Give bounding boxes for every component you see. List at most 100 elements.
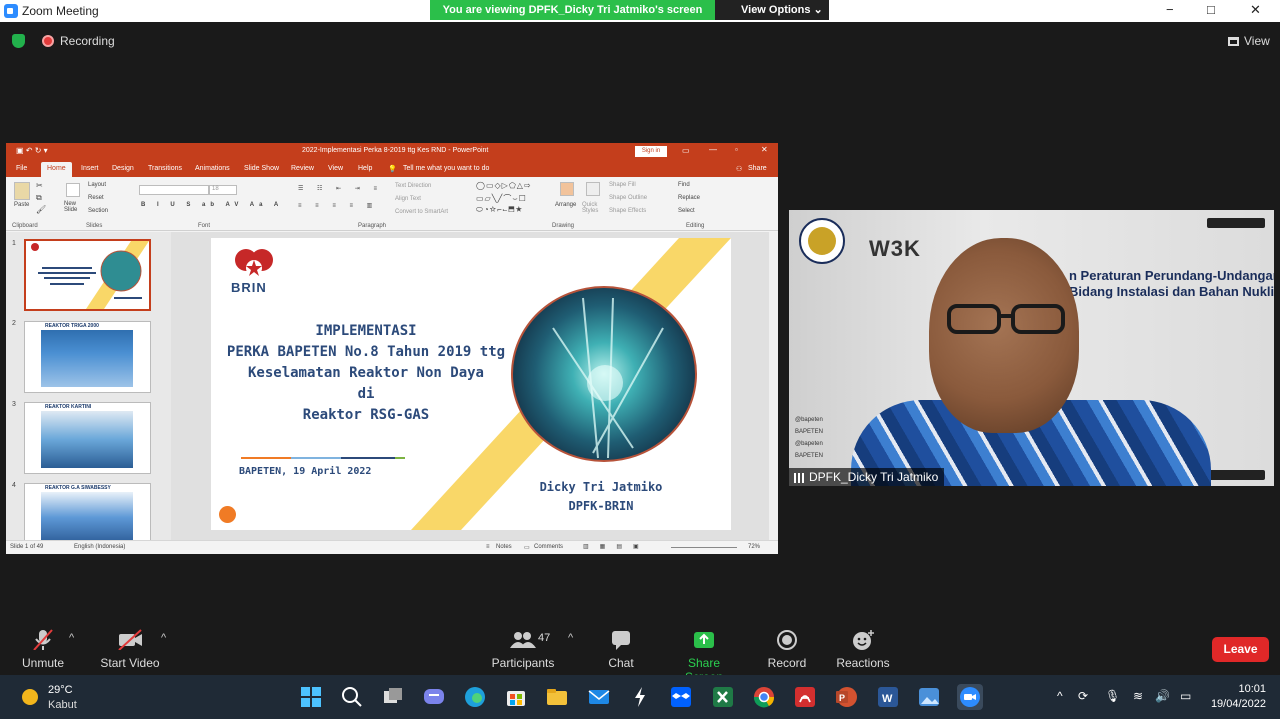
thumb-number: 1 — [12, 240, 16, 247]
lightning-app-icon[interactable] — [627, 684, 653, 710]
windows-taskbar: 29°C Kabut P W ^ ⟳ 🎙 ≋ 🔊 ▭ 10:01 19/04/2… — [0, 675, 1280, 719]
speaker-video-tile[interactable]: W3K n Peraturan Perundang-Undangan Bidan… — [789, 210, 1274, 486]
close-button[interactable]: ✕ — [1250, 2, 1261, 18]
share-person-icon: ⚇ — [736, 166, 743, 173]
microphone-tray-icon[interactable]: 🎙 — [1105, 689, 1120, 703]
shared-powerpoint-window: ▣ ↶ ↻ ▾ 2022-Implementasi Perka 8-2019 t… — [6, 143, 778, 554]
ppt-tab-help: Help — [358, 165, 373, 172]
task-view-icon[interactable] — [380, 684, 406, 710]
participant-count: 47 — [538, 632, 551, 644]
thumb-caption: REAKTOR G.A SIWABESSY — [45, 485, 111, 491]
thumb-photo — [41, 330, 133, 387]
facebook-handle: BAPETEN — [795, 429, 824, 435]
photos-icon[interactable] — [916, 684, 942, 710]
slide-thumbnail: REAKTOR KARTINI — [24, 402, 151, 474]
wifi-icon[interactable]: ≋ — [1133, 689, 1143, 703]
reactor-core-detail — [552, 297, 664, 459]
meeting-topbar: Recording View — [0, 22, 1280, 58]
backdrop-title-line1: n Peraturan Perundang-Undangan — [1069, 268, 1274, 283]
signal-bars-icon — [794, 473, 804, 483]
edge-browser-icon[interactable] — [462, 684, 488, 710]
font-size-box: 18 — [209, 185, 237, 195]
powerpoint-icon[interactable]: P — [833, 684, 859, 710]
unmute-label: Unmute — [21, 656, 65, 670]
backdrop-bar — [1207, 470, 1265, 480]
volume-icon[interactable]: 🔊 — [1155, 689, 1170, 703]
weather-temperature: 29°C — [48, 684, 73, 696]
view-options-button[interactable]: View Options ⌄ — [715, 0, 829, 20]
maximize-button[interactable]: □ — [1207, 2, 1215, 17]
zoom-slider — [671, 547, 737, 548]
zoom-level: 72% — [748, 544, 761, 550]
window-title: Zoom Meeting — [22, 4, 99, 18]
start-menu-icon[interactable] — [298, 684, 324, 710]
participants-options-chevron-icon[interactable]: ^ — [568, 632, 573, 644]
lightbulb-icon: 💡 — [388, 166, 397, 173]
security-shield-icon[interactable] — [12, 34, 25, 48]
find-button: Find — [678, 182, 690, 188]
excel-icon[interactable] — [710, 684, 736, 710]
chrome-icon[interactable] — [751, 684, 777, 710]
ppt-titlebar: ▣ ↶ ↻ ▾ 2022-Implementasi Perka 8-2019 t… — [6, 143, 778, 160]
notes-button: Notes — [496, 544, 512, 550]
tell-me-box: Tell me what you want to do — [403, 165, 490, 172]
reactions-label: Reactions — [836, 656, 890, 670]
reset-button: Reset — [88, 195, 104, 201]
arrange-button: Arrange — [555, 202, 577, 208]
ppt-status-bar: Slide 1 of 49 English (Indonesia) ≡ Note… — [6, 540, 778, 554]
comments-button: Comments — [534, 544, 564, 550]
zoom-taskbar-icon[interactable] — [957, 684, 983, 710]
audio-options-chevron-icon[interactable]: ^ — [69, 632, 74, 644]
reactor-core-photo — [511, 286, 697, 462]
show-hidden-icons-chevron[interactable]: ^ — [1057, 689, 1063, 703]
save-icon: ▣ ↶ ↻ ▾ — [16, 146, 48, 155]
group-clipboard: Clipboard — [12, 223, 38, 229]
search-icon[interactable] — [339, 684, 365, 710]
sync-icon[interactable]: ⟳ — [1078, 689, 1088, 703]
ppt-tab-review: Review — [291, 165, 314, 172]
taskbar-clock[interactable]: 10:01 19/04/2022 — [1208, 683, 1266, 710]
paste-label: Paste — [14, 202, 30, 208]
microsoft-store-icon[interactable] — [503, 684, 529, 710]
twitter-handle: @bapeten — [795, 441, 823, 447]
file-explorer-icon[interactable] — [544, 684, 570, 710]
current-slide: BRIN IMPLEMENTASI PERKA BAPETEN No.8 Tah… — [211, 238, 731, 530]
view-button[interactable]: View — [1228, 34, 1270, 48]
align-text-button: Align Text — [395, 196, 421, 202]
record-button[interactable]: Record — [764, 628, 810, 670]
battery-icon[interactable]: ▭ — [1180, 689, 1191, 703]
view-mode-icons: ▥▦▤▣ — [583, 544, 650, 550]
reactions-button[interactable]: Reactions — [834, 628, 892, 670]
unmute-button[interactable]: Unmute — [18, 628, 68, 670]
word-icon[interactable]: W — [875, 684, 901, 710]
slide-counter: Slide 1 of 49 — [10, 544, 44, 550]
ppt-tab-row: File Home Insert Design Transitions Anim… — [6, 160, 778, 177]
chat-icon — [612, 631, 630, 650]
slide-thumbnail — [24, 239, 151, 311]
ppt-doc-title: 2022-Implementasi Perka 8-2019 ttg Kes R… — [302, 147, 489, 154]
minimize-button[interactable]: − — [1166, 2, 1174, 17]
wbk-logo: W3K — [869, 236, 921, 261]
video-options-chevron-icon[interactable]: ^ — [161, 632, 166, 644]
ppt-tab-view: View — [328, 165, 344, 172]
mail-icon[interactable] — [586, 684, 612, 710]
ppt-share-button: Share — [748, 165, 767, 172]
participants-label: Participants — [491, 656, 555, 670]
thumb-number: 4 — [12, 482, 16, 489]
start-video-label: Start Video — [100, 656, 160, 670]
chat-button[interactable]: Chat — [600, 628, 642, 670]
shape-outline-button: Shape Outline — [609, 195, 648, 201]
clock-date: 19/04/2022 — [1210, 698, 1266, 710]
ppt-vertical-scrollbar — [769, 232, 778, 540]
align-buttons: ≡ ≡ ≡ ≡ ▥ — [298, 203, 379, 209]
author-name: Dicky Tri Jatmiko — [539, 480, 663, 494]
teams-chat-icon[interactable] — [421, 684, 447, 710]
dropbox-icon[interactable] — [668, 684, 694, 710]
ppt-tab-design: Design — [112, 165, 134, 172]
sign-in-button: Sign in — [635, 146, 667, 157]
viewing-banner: You are viewing DPFK_Dicky Tri Jatmiko's… — [430, 0, 715, 20]
start-video-button[interactable]: Start Video — [100, 628, 160, 670]
leave-button[interactable]: Leave — [1212, 637, 1269, 662]
ppt-tab-insert: Insert — [81, 165, 99, 172]
acrobat-icon[interactable] — [792, 684, 818, 710]
